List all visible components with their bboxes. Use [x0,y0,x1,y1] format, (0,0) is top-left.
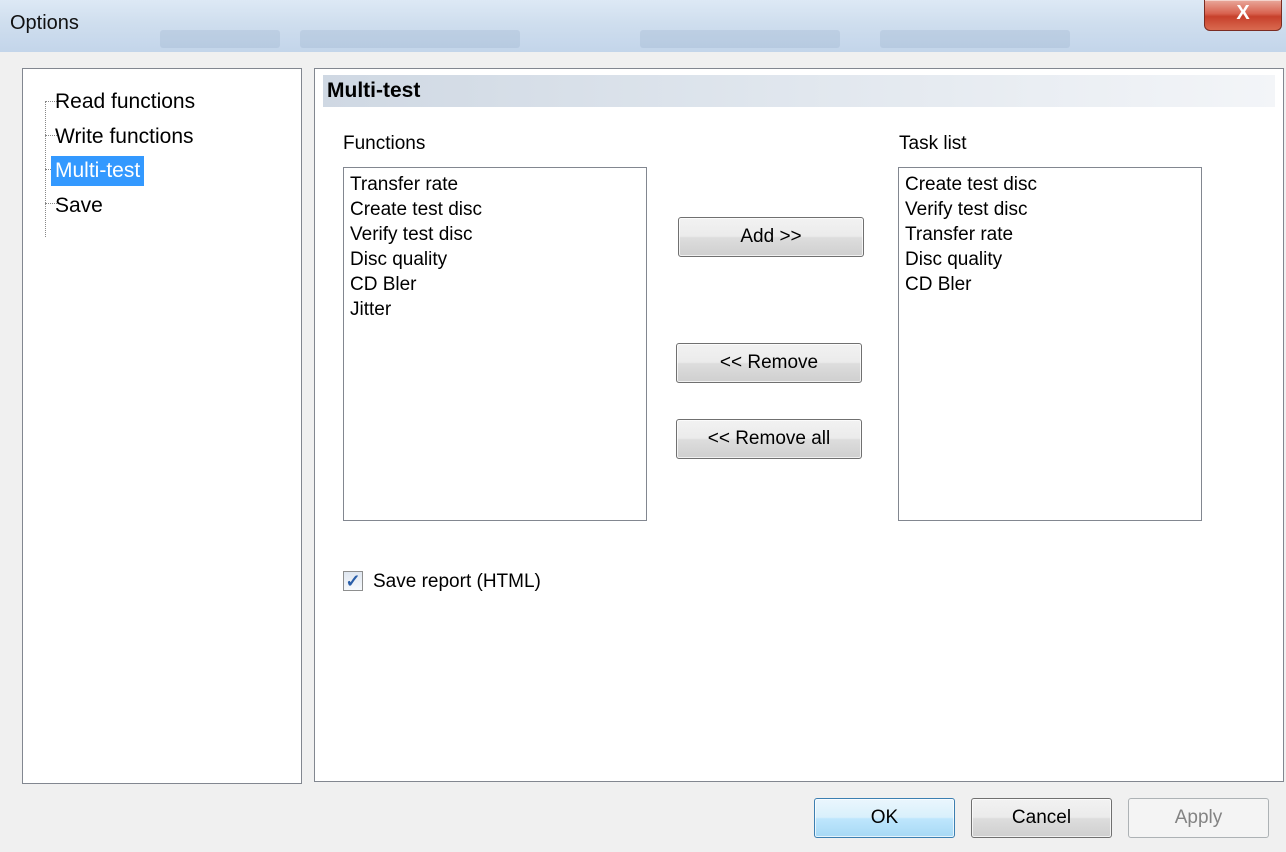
list-item[interactable]: Transfer rate [905,222,1195,247]
list-item[interactable]: Disc quality [350,247,640,272]
close-button[interactable]: X [1204,0,1282,31]
background-blur [880,30,1070,48]
title-bar: Options X [0,0,1286,52]
list-item[interactable]: Verify test disc [905,197,1195,222]
task-listbox[interactable]: Create test disc Verify test disc Transf… [898,167,1202,521]
list-item[interactable]: Disc quality [905,247,1195,272]
close-icon: X [1236,2,1250,24]
remove-button[interactable]: << Remove [676,343,862,383]
multi-test-panel: Multi-test Functions Transfer rate Creat… [314,68,1284,782]
list-item[interactable]: Create test disc [905,172,1195,197]
options-tree[interactable]: Read functions Write functions Multi-tes… [22,68,302,784]
list-item[interactable]: CD Bler [350,272,640,297]
list-item[interactable]: Create test disc [350,197,640,222]
list-item[interactable]: Jitter [350,297,640,322]
tree-item-write-functions[interactable]: Write functions [51,122,198,152]
list-item[interactable]: CD Bler [905,272,1195,297]
apply-button[interactable]: Apply [1128,798,1269,838]
save-report-checkbox[interactable]: ✓ [343,571,363,591]
background-blur [160,30,280,48]
save-report-label[interactable]: Save report (HTML) [373,569,541,595]
functions-listbox[interactable]: Transfer rate Create test disc Verify te… [343,167,647,521]
background-blur [640,30,840,48]
add-button[interactable]: Add >> [678,217,864,257]
section-header: Multi-test [323,75,1275,107]
list-item[interactable]: Transfer rate [350,172,640,197]
list-item[interactable]: Verify test disc [350,222,640,247]
task-list-label: Task list [899,133,967,154]
check-icon: ✓ [345,571,361,591]
background-blur [300,30,520,48]
ok-button[interactable]: OK [814,798,955,838]
functions-label: Functions [343,133,426,154]
tree-item-multi-test[interactable]: Multi-test [51,156,145,186]
remove-all-button[interactable]: << Remove all [676,419,862,459]
cancel-button[interactable]: Cancel [971,798,1112,838]
tree-item-read-functions[interactable]: Read functions [51,87,199,117]
tree-item-save[interactable]: Save [51,191,107,221]
dialog-client-area: Read functions Write functions Multi-tes… [10,52,1286,852]
window-title: Options [10,12,79,34]
